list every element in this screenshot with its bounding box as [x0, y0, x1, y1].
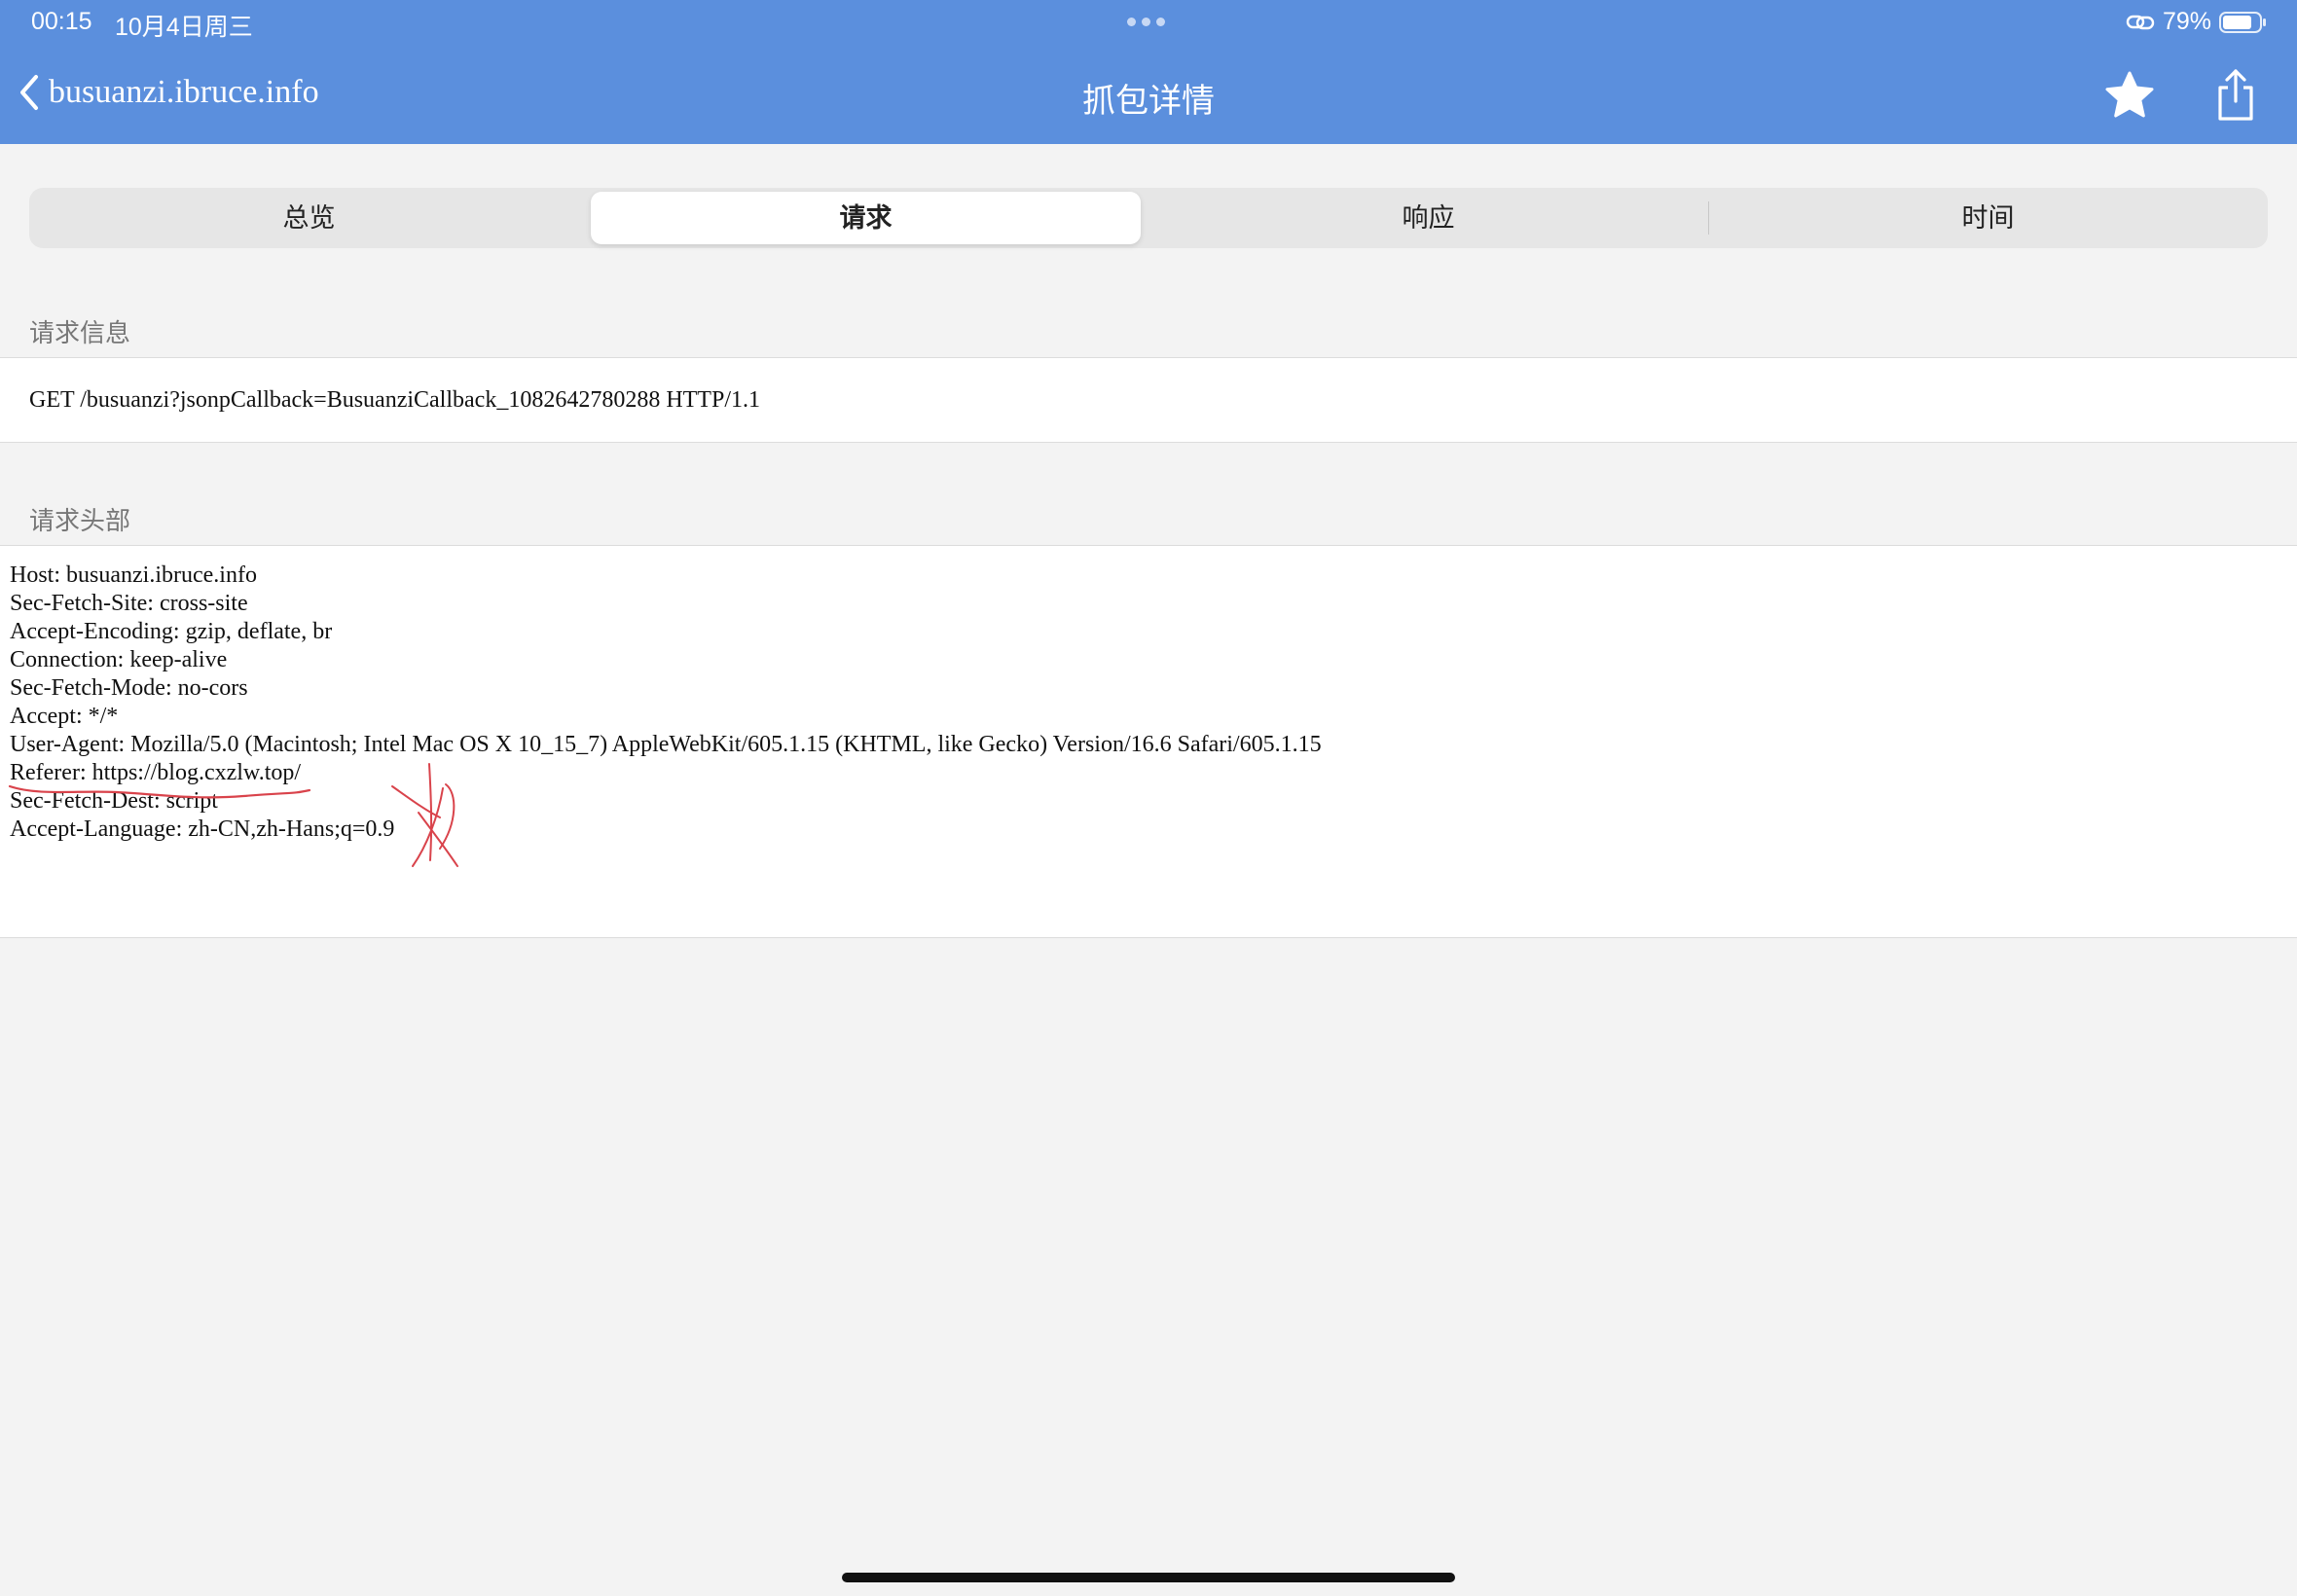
star-icon [2105, 71, 2154, 118]
page-title: 抓包详情 [1082, 83, 1215, 120]
battery-icon [2219, 11, 2268, 34]
request-info-header: 请求信息 [29, 318, 131, 347]
tab-timing[interactable]: 时间 [1708, 188, 2268, 248]
request-headers-text: Host: busuanzi.ibruce.info Sec-Fetch-Sit… [10, 562, 1322, 842]
home-indicator[interactable] [842, 1573, 1455, 1582]
navigation-bar: 00:15 10月4日周三 79% busuanzi.ibruce.info 抓… [0, 0, 2297, 144]
status-date: 10月4日周三 [115, 14, 253, 41]
segmented-control: 总览 请求 响应 时间 [29, 188, 2268, 248]
tab-response[interactable]: 响应 [1148, 188, 1708, 248]
request-headers-card: Host: busuanzi.ibruce.info Sec-Fetch-Sit… [0, 545, 2297, 938]
status-time: 00:15 [31, 8, 92, 35]
favorite-button[interactable] [2104, 70, 2155, 121]
request-headers-header: 请求头部 [29, 506, 131, 535]
share-icon [2218, 69, 2253, 121]
share-button[interactable] [2211, 68, 2260, 123]
tab-request[interactable]: 请求 [591, 192, 1141, 244]
multitasking-dots-icon[interactable] [1127, 18, 1165, 26]
status-right: 79% [2126, 8, 2268, 36]
battery-percent: 79% [2162, 8, 2211, 35]
request-line: GET /busuanzi?jsonpCallback=BusuanziCall… [29, 387, 760, 413]
tab-overview[interactable]: 总览 [29, 188, 589, 248]
request-info-card: GET /busuanzi?jsonpCallback=BusuanziCall… [0, 357, 2297, 443]
link-icon [2126, 13, 2155, 32]
